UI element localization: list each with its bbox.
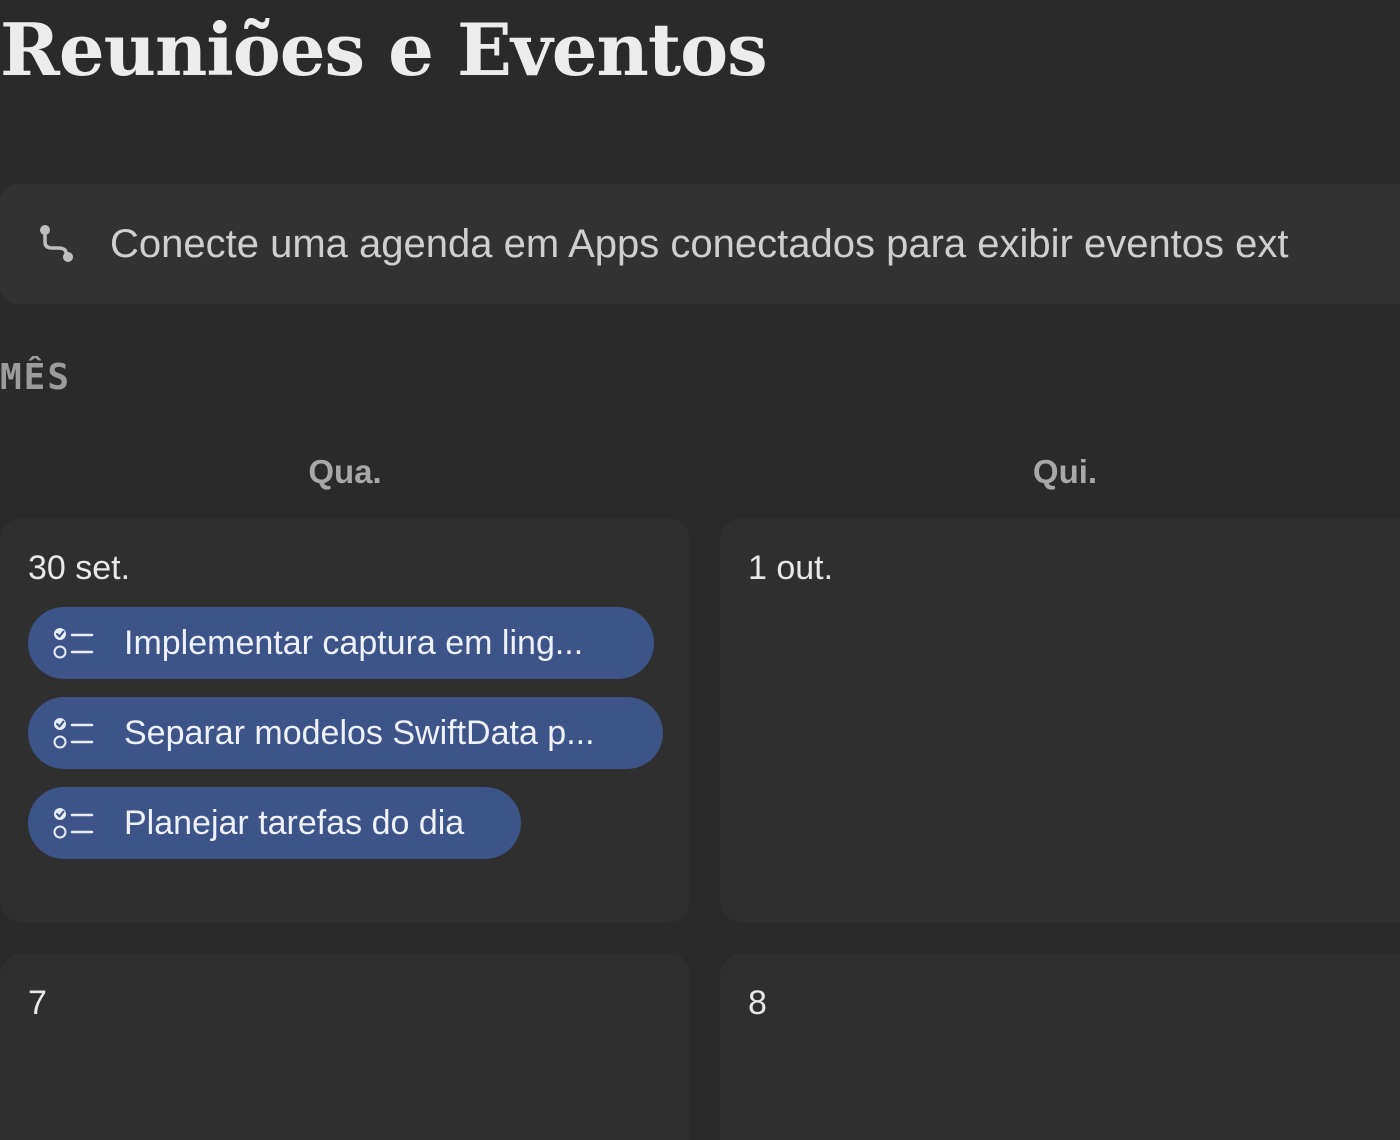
day-label: 30 set. [28,549,131,587]
event-item[interactable]: Implementar captura em ling... [28,607,654,679]
weekday-header-thursday: Qui. [1032,453,1098,490]
task-list-icon [53,718,94,749]
day-label: 1 out. [748,549,834,587]
event-item[interactable]: Planejar tarefas do dia [28,787,521,859]
day-cell-oct-1[interactable]: 1 out. [720,518,1400,923]
connect-calendar-banner[interactable]: Conecte uma agenda em Apps conectados pa… [0,184,1400,304]
day-cell-7[interactable]: 7 [0,953,690,1140]
day-label: 7 [28,984,47,1022]
day-label: 8 [748,984,767,1022]
connect-calendar-text: Conecte uma agenda em Apps conectados pa… [110,222,1289,266]
event-title: Separar modelos SwiftData p... [124,714,595,752]
view-mode-label: MÊS [0,357,72,398]
day-cell-8[interactable]: 8 [720,953,1400,1140]
task-list-icon [53,628,94,659]
branch-icon [40,225,73,262]
day-cell-sep-30[interactable]: 30 set. Implementar captura em ling... S… [0,518,690,923]
weekday-header-wednesday: Qua. [308,453,382,490]
event-item[interactable]: Separar modelos SwiftData p... [28,697,663,769]
event-title: Planejar tarefas do dia [124,804,465,842]
task-list-icon [53,808,94,839]
event-title: Implementar captura em ling... [124,624,584,662]
page-title: Reuniões e Eventos [0,7,768,92]
